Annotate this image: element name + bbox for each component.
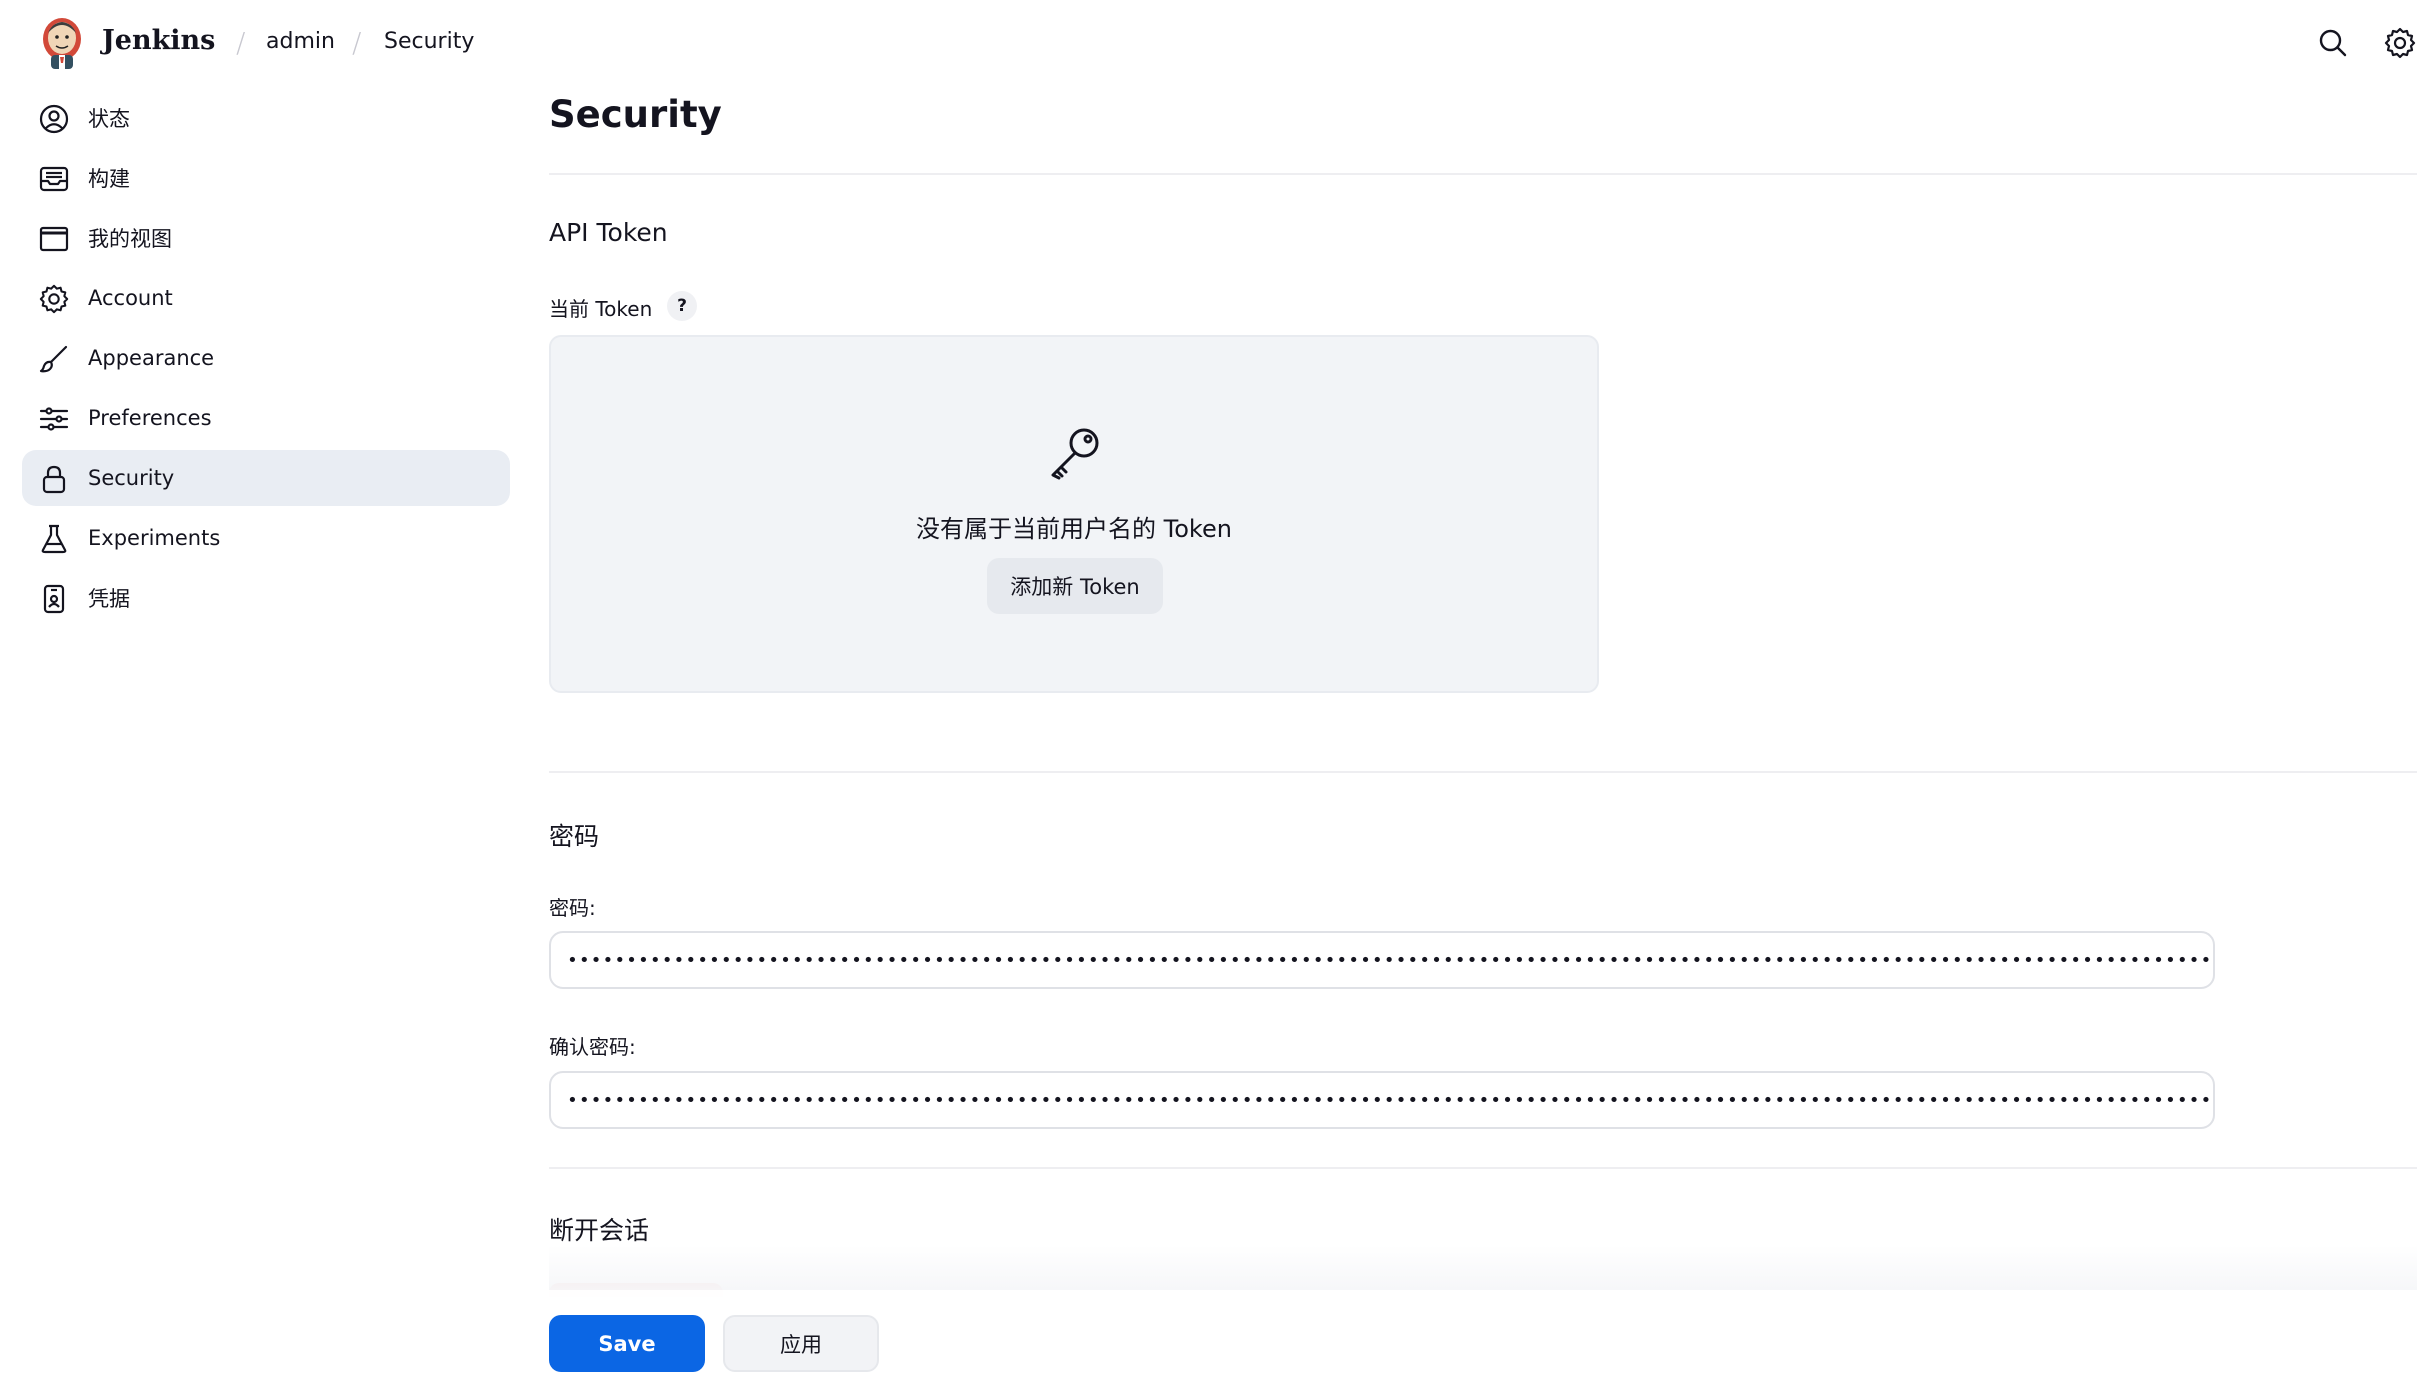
gear-icon[interactable] <box>2383 26 2417 60</box>
save-button[interactable]: Save <box>549 1315 705 1372</box>
inbox-icon <box>39 166 69 192</box>
breadcrumb-admin[interactable]: admin <box>266 29 335 54</box>
sidebar-item-label: Security <box>88 466 175 490</box>
divider <box>549 771 2417 773</box>
sidebar-item-label: 状态 <box>88 107 130 131</box>
brush-icon <box>39 345 68 373</box>
key-icon <box>1051 428 1099 480</box>
sidebar-item-status[interactable]: 状态 <box>22 90 510 146</box>
sidebar-item-my-views[interactable]: 我的视图 <box>22 210 510 266</box>
top-header: Jenkins / admin / Security <box>0 0 2417 88</box>
sliders-icon <box>39 407 69 431</box>
breadcrumb-security[interactable]: Security <box>384 29 474 54</box>
sessions-section-title: 断开会话 <box>549 1216 650 1245</box>
confirm-password-field[interactable]: ••••••••••••••••••••••••••••••••••••••••… <box>549 1071 2215 1129</box>
help-button[interactable]: ? <box>667 291 697 321</box>
bottom-bar-fade <box>549 1245 2417 1290</box>
sidebar-item-label: 凭据 <box>88 587 130 611</box>
sidebar-item-label: Appearance <box>88 346 215 370</box>
password-field[interactable]: ••••••••••••••••••••••••••••••••••••••••… <box>549 931 2215 989</box>
sidebar-item-appearance[interactable]: Appearance <box>22 330 510 386</box>
id-badge-icon <box>43 584 65 614</box>
sidebar-item-experiments[interactable]: Experiments <box>22 510 510 566</box>
api-token-section-title: API Token <box>549 218 668 247</box>
divider <box>549 173 2417 175</box>
page-title: Security <box>549 93 722 136</box>
window-icon <box>39 226 69 252</box>
user-circle-icon <box>39 104 69 134</box>
sidebar-item-preferences[interactable]: Preferences <box>22 390 510 446</box>
divider <box>549 1167 2417 1169</box>
current-token-label: 当前 Token <box>549 297 653 321</box>
jenkins-logo-icon[interactable] <box>38 15 86 71</box>
sidebar-item-label: Preferences <box>88 406 212 430</box>
sidebar: 状态 构建 我的视图 Account Appearance Preference… <box>22 90 510 630</box>
add-token-button[interactable]: 添加新 Token <box>987 558 1163 614</box>
token-empty-message: 没有属于当前用户名的 Token <box>916 515 1232 543</box>
token-empty-state: 没有属于当前用户名的 Token 添加新 Token <box>549 335 1599 693</box>
confirm-password-label: 确认密码: <box>549 1035 636 1059</box>
apply-button[interactable]: 应用 <box>723 1315 879 1372</box>
sidebar-item-security[interactable]: Security <box>22 450 510 506</box>
bottom-action-bar: Save 应用 <box>549 1290 2417 1374</box>
sidebar-item-builds[interactable]: 构建 <box>22 150 510 206</box>
search-icon[interactable] <box>2316 26 2350 60</box>
sidebar-item-credentials[interactable]: 凭据 <box>22 570 510 626</box>
password-section-title: 密码 <box>549 822 600 851</box>
password-label: 密码: <box>549 896 596 920</box>
sidebar-item-label: 我的视图 <box>88 227 172 251</box>
sidebar-item-account[interactable]: Account <box>22 270 510 326</box>
sidebar-item-label: Experiments <box>88 526 221 550</box>
flask-icon <box>41 524 67 554</box>
brand-name[interactable]: Jenkins <box>102 25 215 56</box>
gear-icon <box>39 284 69 314</box>
sidebar-item-label: 构建 <box>88 167 130 191</box>
sidebar-item-label: Account <box>88 286 173 310</box>
breadcrumb-separator: / <box>352 26 362 59</box>
lock-icon <box>42 465 66 494</box>
breadcrumb-separator: / <box>236 26 246 59</box>
